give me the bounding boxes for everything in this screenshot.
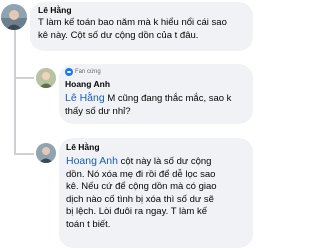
comment-text: Lê Hằng M cũng đang thắc mắc, sao k thấy… bbox=[65, 92, 231, 118]
badge-icon bbox=[65, 68, 73, 76]
badge-label: Fan cứng bbox=[75, 69, 101, 75]
comment-text-segment: M cũng đang thắc mắc, sao k bbox=[104, 93, 232, 104]
thread-line-branch bbox=[14, 153, 34, 155]
comment-text-line: Lê Hằng M cũng đang thắc mắc, sao k bbox=[65, 92, 231, 106]
comment-text-line: dịch nào cố tình bị xóa thì số dư sẽ bbox=[66, 193, 214, 205]
comment-text-segment: cột này là số dư cộng bbox=[117, 156, 212, 167]
comment-author[interactable]: Hoang Anh bbox=[65, 79, 110, 89]
mention-link[interactable]: Hoang Anh bbox=[66, 155, 118, 167]
avatar[interactable] bbox=[36, 68, 56, 88]
comment-text-line: toán t biết. bbox=[66, 218, 111, 230]
comment-text: Hoang Anh cột này là số dư cộng dồn. Nó … bbox=[66, 155, 217, 231]
comment-text-line: T làm kế toán bao năm mà k hiểu nổi cái … bbox=[38, 17, 227, 28]
avatar-photo-icon bbox=[36, 68, 56, 88]
comment-text-line: thấy số dư nhỉ? bbox=[65, 105, 131, 117]
comment-author[interactable]: Lê Hằng bbox=[38, 5, 72, 15]
comment-author[interactable]: Lê Hằng bbox=[66, 142, 100, 152]
thread-line bbox=[14, 30, 16, 153]
fan-badge: Fan cứng bbox=[65, 68, 101, 76]
avatar-photo-icon bbox=[1, 4, 27, 30]
comment-text: T làm kế toán bao năm mà k hiểu nổi cái … bbox=[38, 17, 227, 42]
avatar-photo-icon bbox=[36, 143, 56, 163]
mention-link[interactable]: Lê Hằng bbox=[65, 92, 105, 104]
comment-thread: Lê Hằng T làm kế toán bao năm mà k hiểu … bbox=[0, 0, 253, 250]
avatar[interactable] bbox=[36, 143, 56, 163]
comment-text-line: kê. Nếu cứ để cộng dồn mà có giao bbox=[66, 181, 217, 192]
comment-text-line: dồn. Nó xóa mẹ đi rồi để dễ lọc sao bbox=[66, 168, 216, 180]
comment-text-line: bị lệch. Lòi đuôi ra ngay. T làm kế bbox=[66, 206, 207, 217]
thread-line-branch bbox=[14, 77, 34, 79]
avatar[interactable] bbox=[1, 4, 27, 30]
comment-text-line: Hoang Anh cột này là số dư cộng bbox=[66, 155, 217, 169]
comment-text-line: kê này. Cột số dư cộng dồn của t đâu. bbox=[38, 29, 199, 41]
